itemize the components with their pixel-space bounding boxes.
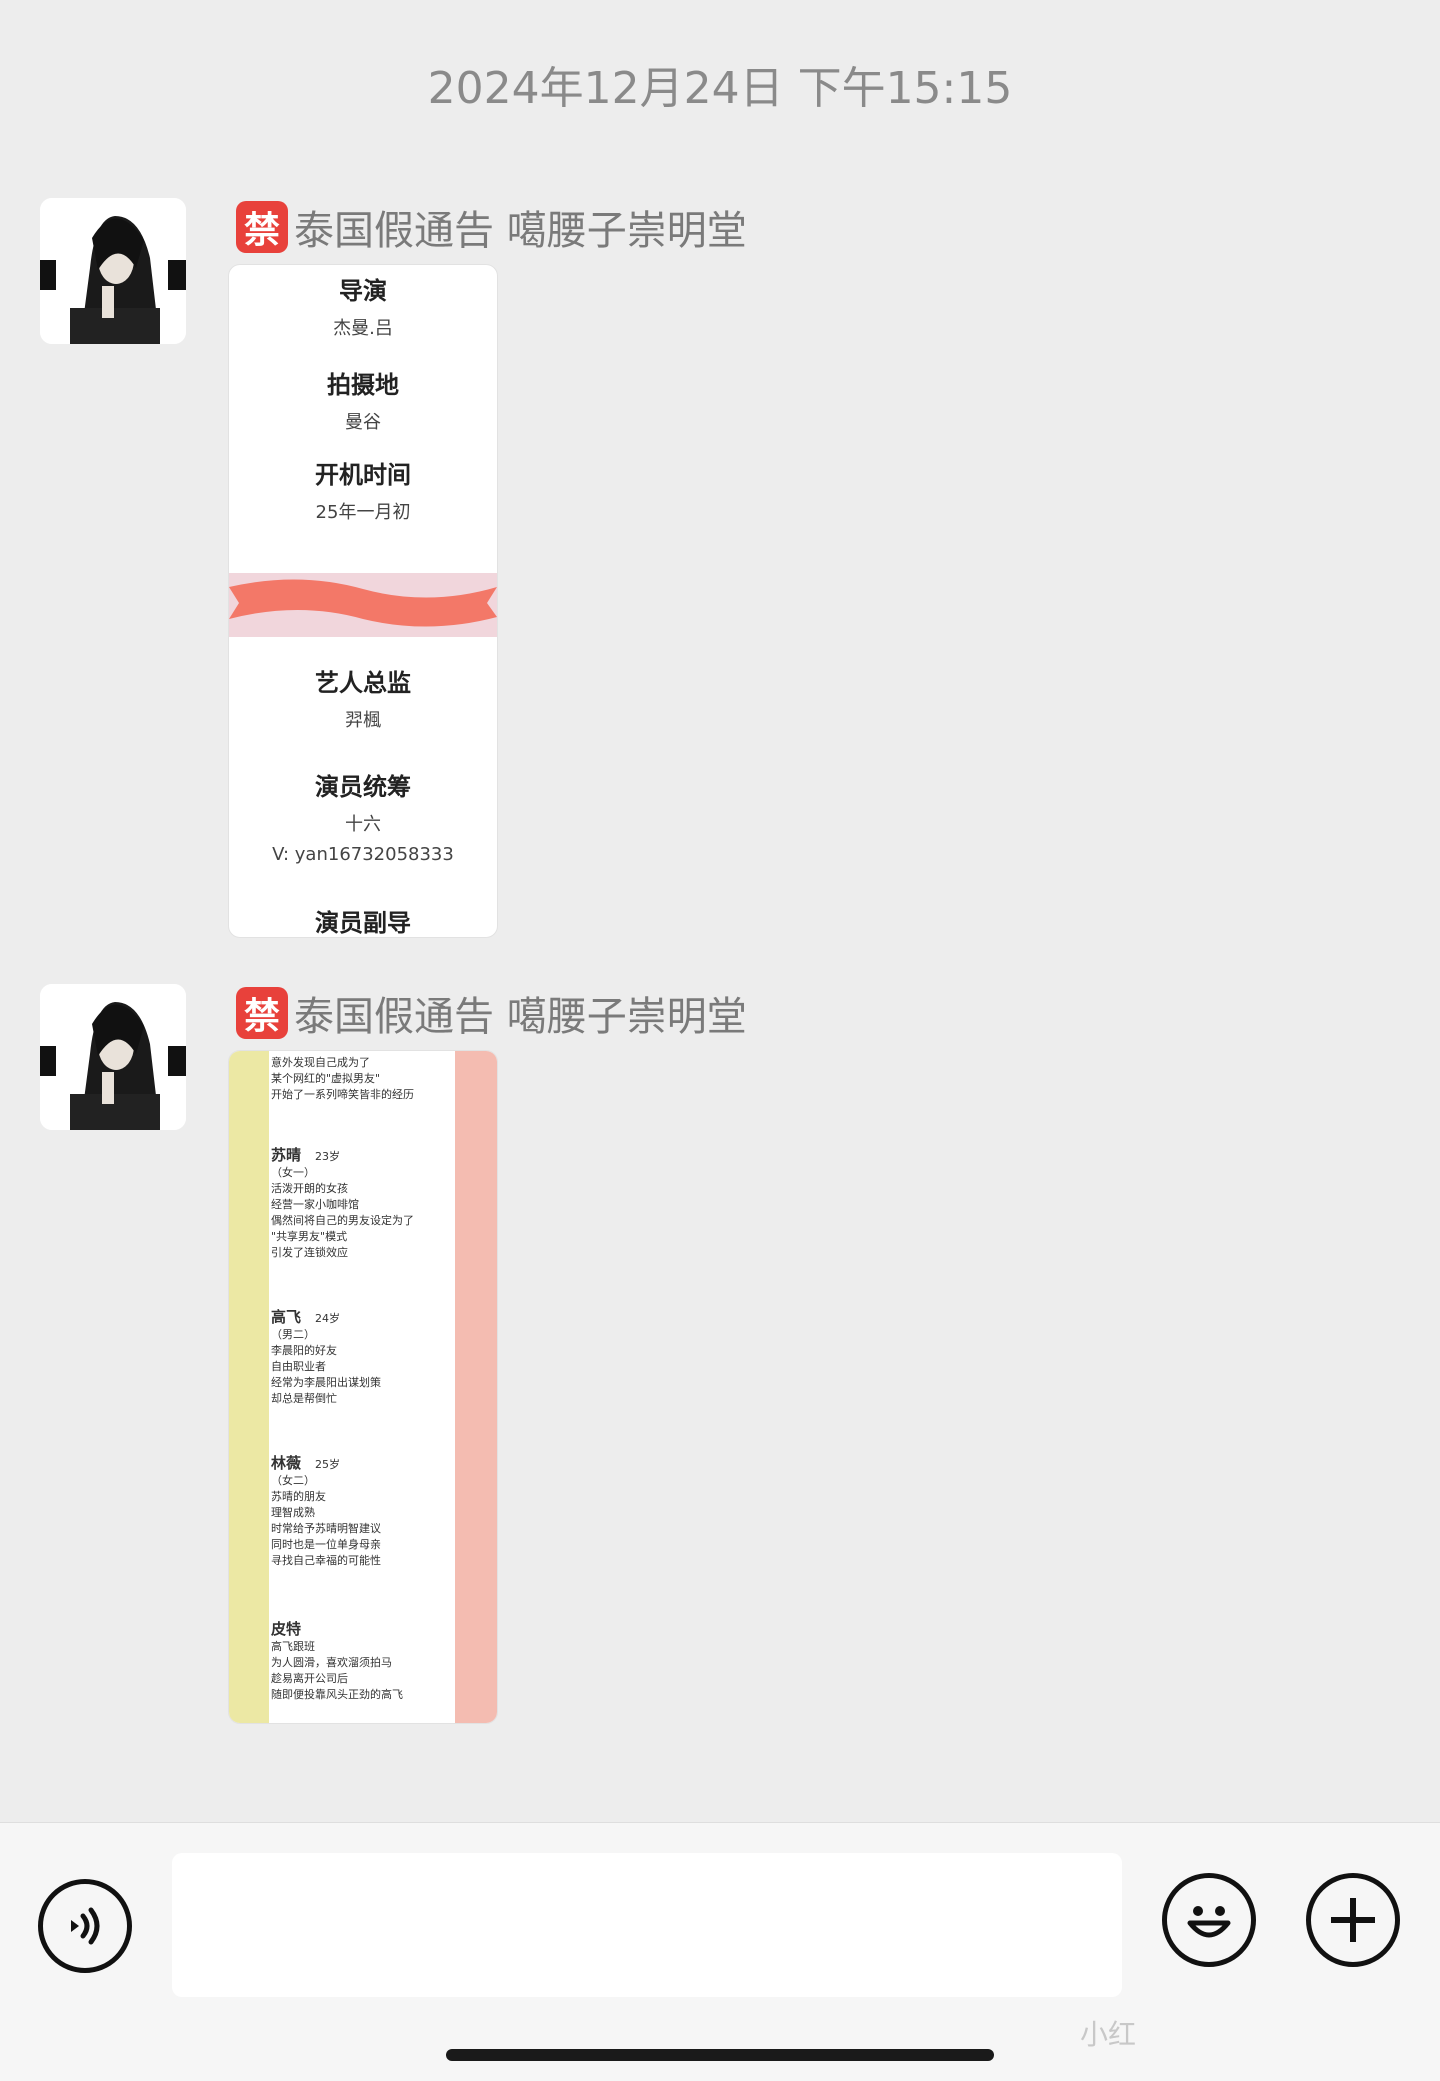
emoji-icon — [1187, 1906, 1231, 1938]
character-gaofei: 高飞 24岁 （男二） 李晨阳的好友 自由职业者 经常为李晨阳出谋划策 却总是帮倒… — [271, 1308, 381, 1405]
coordinator-contact: V: yan16732058333 — [272, 844, 454, 865]
director-value: 杰曼.吕 — [333, 318, 393, 339]
voice-button[interactable] — [38, 1879, 132, 1973]
ribbon-decoration — [229, 579, 497, 627]
coordinator-heading: 演员统筹 — [315, 773, 411, 801]
coordinator-value: 十六 — [345, 814, 381, 835]
emoji-button[interactable] — [1162, 1873, 1256, 1967]
right-stripe — [455, 1051, 497, 1723]
watermark: 小红 — [1080, 2018, 1137, 2051]
character-suqing: 苏晴 23岁 （女一） 活泼开朗的女孩 经营一家小咖啡馆 偶然间将自己的男友设定为… — [271, 1146, 414, 1259]
ban-badge: 禁 — [236, 987, 288, 1039]
start-value: 25年一月初 — [315, 502, 411, 523]
message-1: 禁 泰国假通告 噶腰子崇明堂 导演 杰曼.吕 拍摄地 曼谷 开机时间 25年一月… — [40, 198, 1420, 938]
sender-name: 泰国假通告 噶腰子崇明堂 — [294, 208, 747, 254]
chat-timestamp: 2024年12月24日 下午15:15 — [427, 63, 1013, 114]
artist-entry: 艺人总监 羿楓 — [229, 663, 497, 732]
avatar-image — [40, 198, 186, 344]
coordinator-entry: 演员统筹 十六 V: yan16732058333 — [229, 767, 497, 865]
message-input[interactable] — [172, 1853, 1122, 1997]
assistant-entry: 演员副导 — [229, 903, 497, 937]
avatar-image — [40, 984, 186, 1130]
intro-block: 意外发现自己成为了 某个网红的"虚拟男友" 开始了一系列啼笑皆非的经历 — [271, 1056, 414, 1101]
start-entry: 开机时间 25年一月初 — [229, 455, 497, 524]
artist-value: 羿楓 — [345, 710, 381, 731]
start-heading: 开机时间 — [315, 461, 411, 489]
director-heading: 导演 — [339, 277, 387, 305]
chat-input-bar: 小红 — [0, 1822, 1440, 2081]
sender-name-row: 禁 泰国假通告 噶腰子崇明堂 — [236, 984, 747, 1042]
sender-name-row: 禁 泰国假通告 噶腰子崇明堂 — [236, 198, 747, 256]
location-entry: 拍摄地 曼谷 — [229, 365, 497, 434]
ban-badge: 禁 — [236, 201, 288, 253]
assistant-heading: 演员副导 — [315, 909, 411, 937]
image-message-card[interactable]: 意外发现自己成为了 某个网红的"虚拟男友" 开始了一系列啼笑皆非的经历 苏晴 23… — [228, 1050, 498, 1724]
image-message-card[interactable]: 导演 杰曼.吕 拍摄地 曼谷 开机时间 25年一月初 艺人总监 羿楓 演员统筹 … — [228, 264, 498, 938]
sender-name: 泰国假通告 噶腰子崇明堂 — [294, 994, 747, 1040]
plus-icon — [1331, 1898, 1375, 1942]
sender-avatar[interactable] — [40, 984, 186, 1130]
message-2: 禁 泰国假通告 噶腰子崇明堂 意外发现自己成为了 某个网红的"虚拟男友" 开始了… — [40, 984, 1420, 1724]
director-entry: 导演 杰曼.吕 — [229, 271, 497, 340]
artist-heading: 艺人总监 — [315, 669, 411, 697]
sender-avatar[interactable] — [40, 198, 186, 344]
character-pite: 皮特 高飞跟班 为人圆滑，喜欢溜须拍马 趁易离开公司后 随即便投靠风头正劲的高飞 — [271, 1620, 403, 1701]
location-heading: 拍摄地 — [327, 371, 399, 399]
location-value: 曼谷 — [345, 412, 381, 433]
plus-button[interactable] — [1306, 1873, 1400, 1967]
left-stripe — [229, 1051, 269, 1723]
character-linwei: 林薇 25岁 （女二） 苏晴的朋友 理智成熟 时常给予苏晴明智建议 同时也是一位单… — [271, 1454, 381, 1567]
voice-icon — [71, 1907, 100, 1945]
home-indicator[interactable] — [446, 2049, 994, 2061]
